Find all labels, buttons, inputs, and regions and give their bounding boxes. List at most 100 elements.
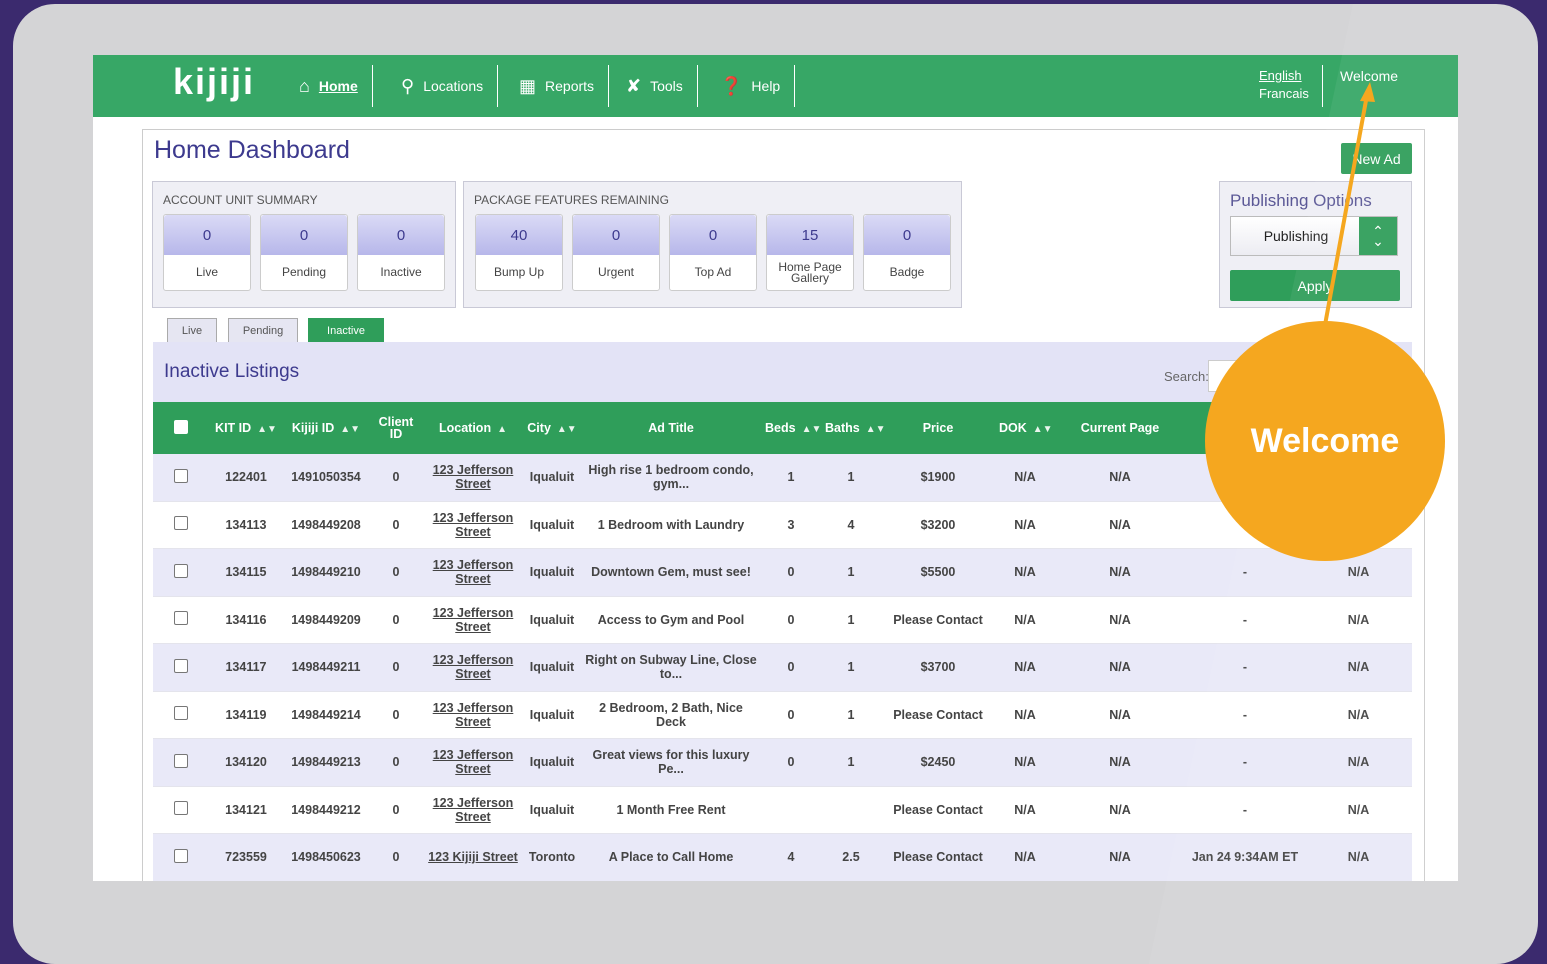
- table-cell: Downtown Gem, must see!: [581, 548, 761, 597]
- location-link[interactable]: 123 Jefferson Street: [433, 463, 514, 491]
- row-select-cell: [153, 691, 209, 739]
- location-link[interactable]: 123 Jefferson Street: [433, 606, 514, 634]
- table-row[interactable]: 134121 1498449212 0 123 Jefferson Street Iqu…: [153, 786, 1412, 834]
- table-row[interactable]: 134116 1498449209 0 123 Jefferson Street Iqu…: [153, 596, 1412, 644]
- sort-icon: ▲▼: [801, 424, 822, 435]
- table-cell: Iqualuit: [523, 738, 581, 787]
- table-row[interactable]: 134113 1498449208 0 123 Jefferson Street Iqu…: [153, 501, 1412, 549]
- table-cell: Please Contact: [881, 691, 995, 739]
- location-link[interactable]: 123 Jefferson Street: [433, 511, 514, 539]
- nav-home[interactable]: ⌂ Home: [281, 65, 373, 107]
- row-select-cell: [153, 833, 209, 881]
- lang-english-link[interactable]: English: [1259, 67, 1309, 85]
- column-header[interactable]: Beds ▲▼: [761, 402, 821, 454]
- feature-card-value: 0: [864, 215, 950, 255]
- row-checkbox[interactable]: [174, 468, 188, 483]
- table-cell: Iqualuit: [523, 548, 581, 597]
- summary-card-inactive[interactable]: 0 Inactive: [357, 214, 445, 291]
- apply-button[interactable]: Apply: [1230, 270, 1400, 301]
- table-cell: $5500: [881, 548, 995, 597]
- table-cell: Iqualuit: [523, 786, 581, 834]
- column-header[interactable]: DOK ▲▼: [995, 402, 1055, 454]
- row-checkbox[interactable]: [174, 753, 188, 768]
- table-cell: N/A: [995, 548, 1055, 597]
- feature-card-bump-up[interactable]: 40 Bump Up: [475, 214, 563, 291]
- summary-card-live[interactable]: 0 Live: [163, 214, 251, 291]
- summary-card-value: 0: [261, 215, 347, 255]
- select-all-header[interactable]: [153, 402, 209, 454]
- new-ad-button[interactable]: New Ad: [1341, 143, 1412, 174]
- kijiji-logo[interactable]: kijiji: [173, 61, 255, 103]
- nav-home-label: Home: [318, 78, 358, 94]
- table-cell: 134120: [209, 738, 283, 787]
- tab-inactive[interactable]: Inactive: [308, 318, 384, 342]
- location-link[interactable]: 123 Jefferson Street: [433, 796, 514, 824]
- column-header-label: DOK: [999, 421, 1027, 435]
- table-cell: 0: [369, 833, 423, 881]
- row-select-cell: [153, 738, 209, 787]
- feature-card-urgent[interactable]: 0 Urgent: [572, 214, 660, 291]
- location-link[interactable]: 123 Jefferson Street: [433, 558, 514, 586]
- tab-live[interactable]: Live: [167, 318, 217, 342]
- table-cell: 723559: [209, 833, 283, 881]
- nav-reports[interactable]: ▦ Reports: [501, 65, 610, 107]
- location-link[interactable]: 123 Jefferson Street: [433, 748, 514, 776]
- column-header[interactable]: Price: [881, 402, 995, 454]
- table-cell: Please Contact: [881, 786, 995, 834]
- column-header[interactable]: KIT ID ▲▼: [209, 402, 283, 454]
- feature-card-value: 40: [476, 215, 562, 255]
- table-cell: 1498449214: [283, 691, 369, 739]
- row-checkbox[interactable]: [174, 658, 188, 673]
- location-link[interactable]: 123 Jefferson Street: [433, 701, 514, 729]
- location-link[interactable]: 123 Kijiji Street: [428, 850, 518, 864]
- tab-pending[interactable]: Pending: [228, 318, 298, 342]
- feature-card-home-page-gallery[interactable]: 15 Home Page Gallery: [766, 214, 854, 291]
- row-checkbox[interactable]: [174, 706, 188, 721]
- table-cell: N/A: [995, 454, 1055, 502]
- publishing-select[interactable]: Publishing ⌃ ⌄: [1230, 216, 1398, 256]
- column-header-label: Price: [922, 421, 954, 435]
- row-checkbox[interactable]: [174, 848, 188, 863]
- column-header[interactable]: City ▲▼: [523, 402, 581, 454]
- table-cell: $3700: [881, 643, 995, 692]
- table-row[interactable]: 134119 1498449214 0 123 Jefferson Street Iqu…: [153, 691, 1412, 739]
- feature-card-top-ad[interactable]: 0 Top Ad: [669, 214, 757, 291]
- publishing-options-panel: Publishing Options Publishing ⌃ ⌄ Apply: [1219, 181, 1412, 308]
- table-cell: 2 Bedroom, 2 Bath, Nice Deck: [581, 691, 761, 739]
- location-link[interactable]: 123 Jefferson Street: [433, 653, 514, 681]
- feature-card-label: Badge: [889, 265, 925, 279]
- feature-card-badge[interactable]: 0 Badge: [863, 214, 951, 291]
- table-row[interactable]: 134117 1498449211 0 123 Jefferson Street Iqu…: [153, 643, 1412, 692]
- table-cell: 1: [821, 548, 881, 597]
- nav-locations[interactable]: ⚲ Locations: [383, 65, 499, 107]
- lang-french-link[interactable]: Francais: [1259, 86, 1309, 101]
- table-cell: 122401: [209, 454, 283, 502]
- column-header[interactable]: Baths ▲▼: [821, 402, 886, 454]
- table-cell: Iqualuit: [523, 643, 581, 692]
- nav-help[interactable]: ❓ Help: [702, 65, 796, 107]
- column-header[interactable]: Current Page: [1055, 402, 1185, 454]
- column-header[interactable]: Kijiji ID ▲▼: [283, 402, 369, 454]
- column-header[interactable]: Location ▲: [423, 402, 523, 454]
- summary-card-pending[interactable]: 0 Pending: [260, 214, 348, 291]
- row-checkbox[interactable]: [174, 516, 188, 531]
- table-cell: 134119: [209, 691, 283, 739]
- nav-divider: [1322, 65, 1323, 107]
- table-cell: 1498449209: [283, 596, 369, 644]
- publishing-options-title: Publishing Options: [1230, 191, 1372, 210]
- select-all-checkbox[interactable]: [174, 419, 188, 434]
- table-row[interactable]: 723559 1498450623 0 123 Kijiji Street Toront…: [153, 833, 1412, 881]
- column-header[interactable]: Client ID: [369, 402, 423, 454]
- welcome-menu[interactable]: Welcome: [1340, 68, 1398, 84]
- nav-tools[interactable]: ✘ Tools: [608, 65, 698, 107]
- language-switcher: English Francais: [1259, 67, 1309, 103]
- table-cell: N/A: [1055, 454, 1185, 502]
- column-header[interactable]: Ad Title: [581, 402, 761, 454]
- table-cell: 1491050354: [283, 454, 369, 502]
- row-checkbox[interactable]: [174, 611, 188, 626]
- row-select-cell: [153, 501, 209, 549]
- table-row[interactable]: 134115 1498449210 0 123 Jefferson Street Iqu…: [153, 548, 1412, 597]
- row-checkbox[interactable]: [174, 563, 188, 578]
- row-checkbox[interactable]: [174, 801, 188, 816]
- table-row[interactable]: 134120 1498449213 0 123 Jefferson Street Iqu…: [153, 738, 1412, 787]
